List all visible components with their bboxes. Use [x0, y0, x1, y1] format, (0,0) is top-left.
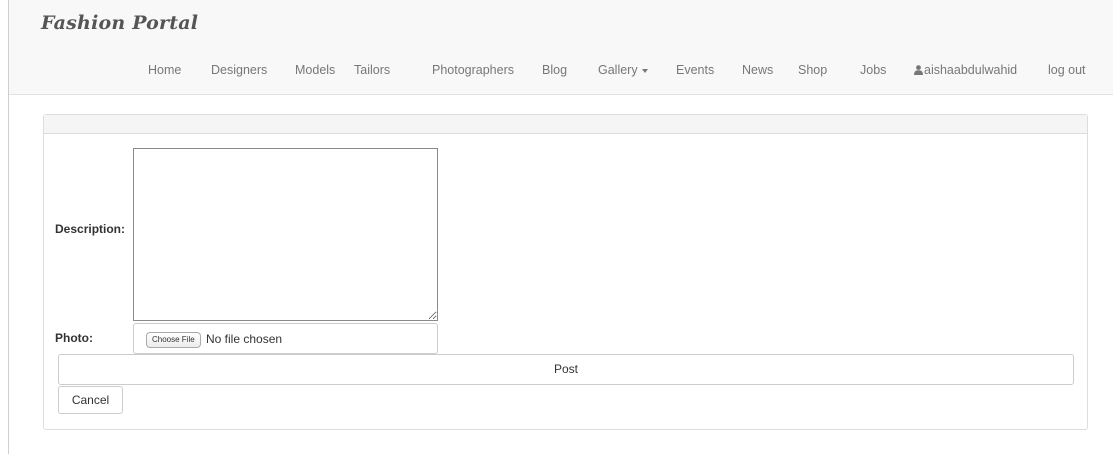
photo-file-input[interactable]: Choose File No file chosen: [133, 323, 438, 354]
user-icon: [914, 65, 923, 75]
nav-links: Home Designers Models Tailors Photograph…: [9, 63, 1113, 83]
choose-file-button[interactable]: Choose File: [146, 332, 201, 348]
nav-item-user-label: aishaabdulwahid: [924, 63, 1018, 77]
brand-logo[interactable]: Fashion Portal: [41, 12, 198, 34]
nav-item-blog[interactable]: Blog: [542, 63, 567, 77]
photo-label: Photo:: [55, 331, 93, 345]
description-textarea[interactable]: [133, 148, 438, 321]
nav-item-designers[interactable]: Designers: [211, 63, 267, 77]
nav-item-shop[interactable]: Shop: [798, 63, 827, 77]
cancel-button[interactable]: Cancel: [58, 386, 123, 414]
nav-item-events[interactable]: Events: [676, 63, 714, 77]
nav-item-models[interactable]: Models: [295, 63, 335, 77]
description-label: Description:: [55, 222, 126, 236]
nav-item-news[interactable]: News: [742, 63, 773, 77]
nav-item-tailors[interactable]: Tailors: [354, 63, 390, 77]
panel-heading: [44, 115, 1087, 134]
nav-item-logout[interactable]: log out: [1048, 63, 1086, 77]
nav-item-home[interactable]: Home: [148, 63, 181, 77]
nav-item-photographers[interactable]: Photographers: [432, 63, 514, 77]
caret-down-icon: [641, 68, 648, 73]
file-status-text: No file chosen: [206, 332, 283, 346]
post-button[interactable]: Post: [58, 354, 1074, 385]
navbar: Fashion Portal Home Designers Models Tai…: [9, 0, 1113, 95]
nav-item-gallery-label: Gallery: [598, 63, 638, 77]
nav-item-jobs[interactable]: Jobs: [860, 63, 886, 77]
post-form-panel: Description: Photo: Choose File No file …: [43, 114, 1088, 430]
nav-item-user[interactable]: aishaabdulwahid: [914, 63, 1017, 77]
nav-item-gallery[interactable]: Gallery: [598, 63, 648, 77]
